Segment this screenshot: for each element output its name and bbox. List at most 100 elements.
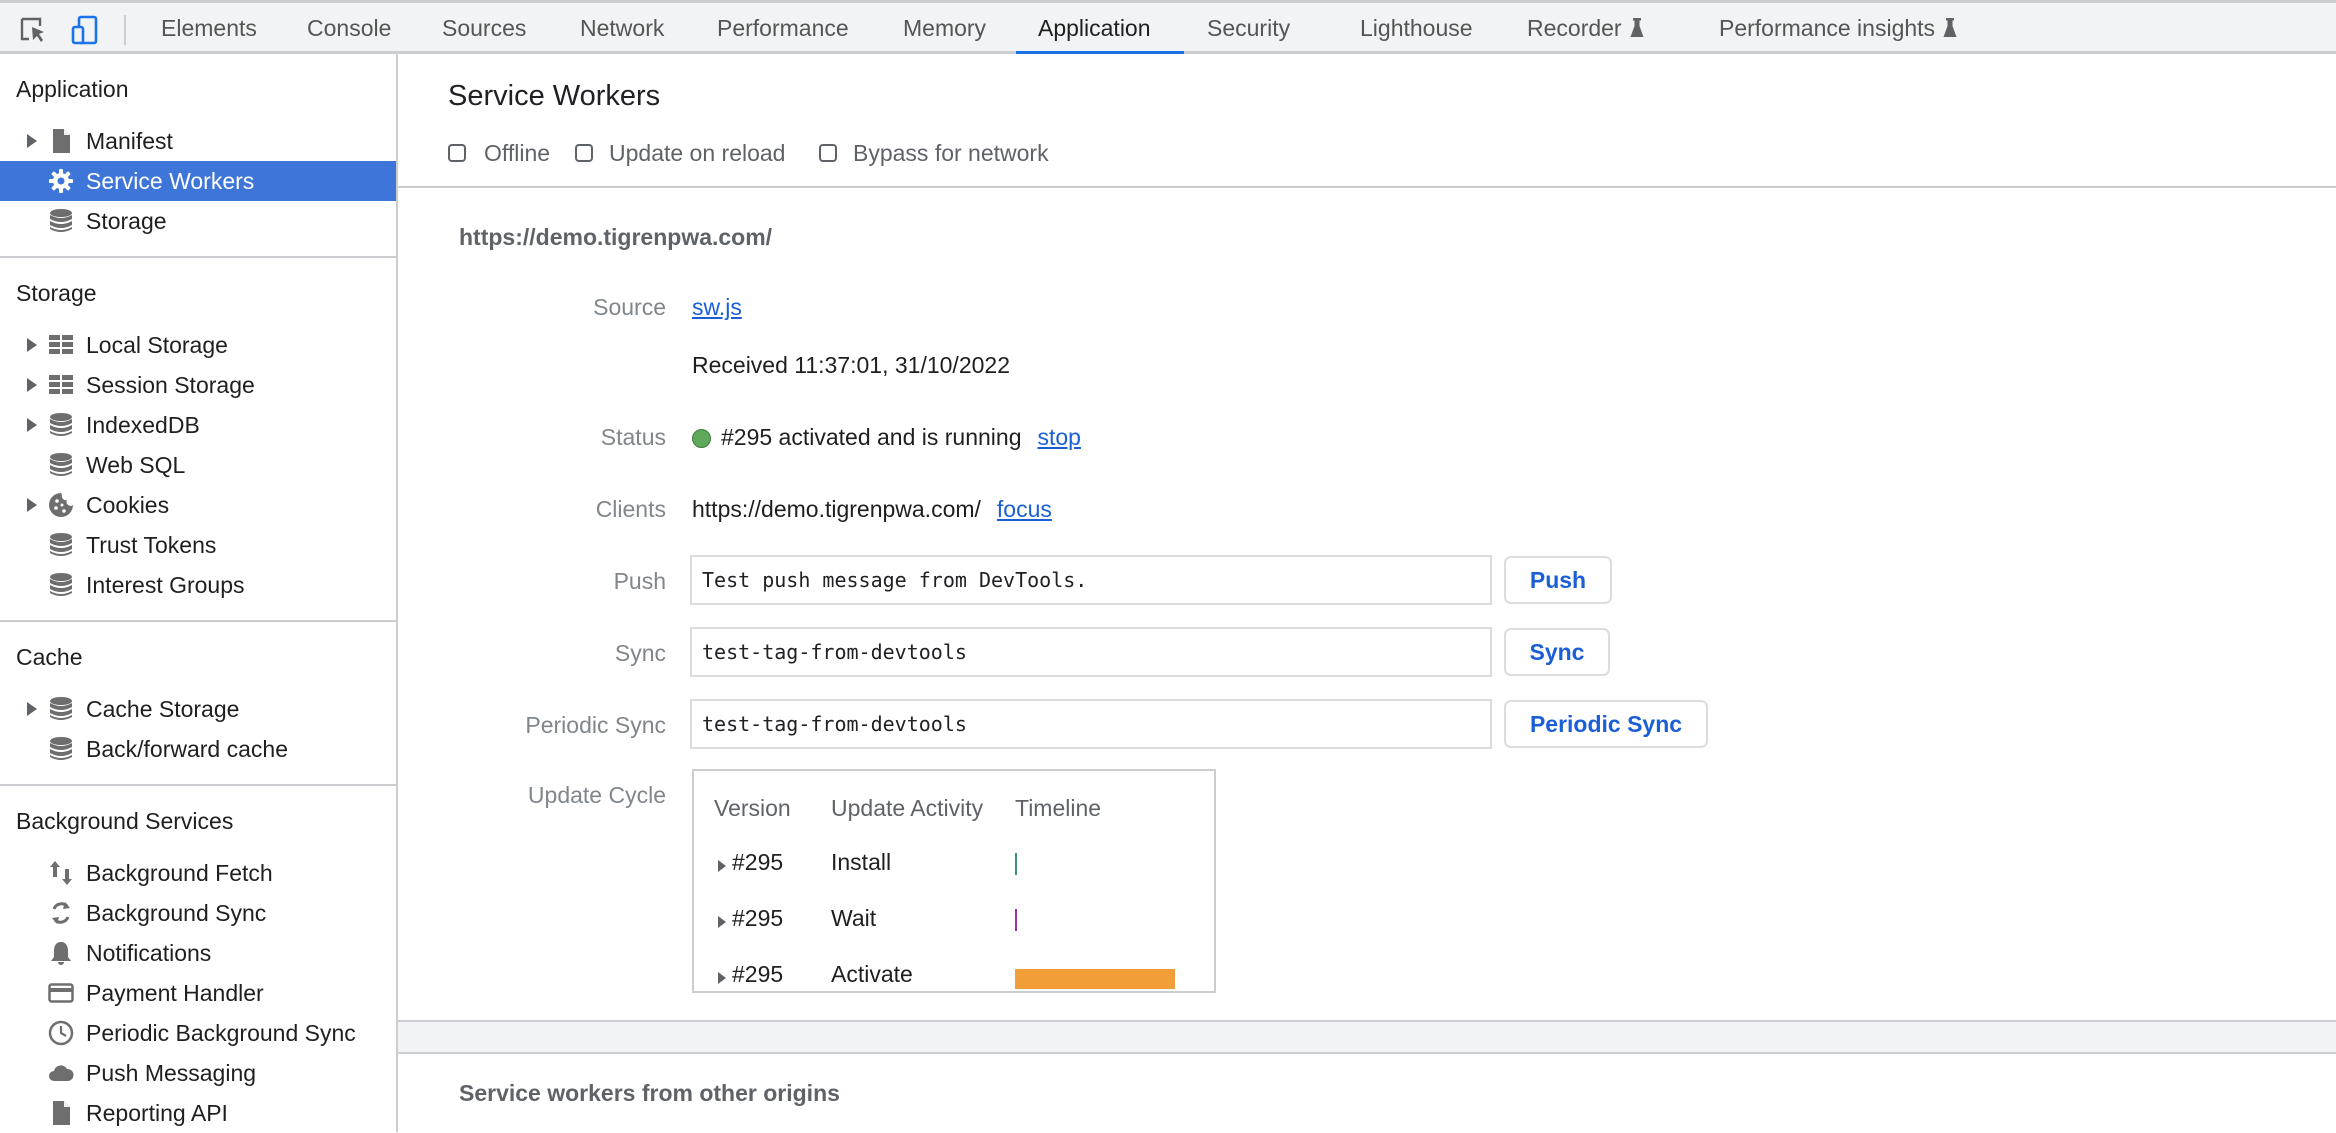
sidebar-item-label: Interest Groups [86,572,245,598]
tab-elements[interactable]: Elements [161,3,257,51]
database-icon [48,572,74,598]
push-button[interactable]: Push [1504,556,1612,604]
section-separator [398,1020,2336,1054]
expand-arrow-icon[interactable] [27,338,37,352]
bypass-for-network-label[interactable]: Bypass for network [853,140,1049,167]
file-icon [48,128,74,154]
expand-arrow-icon[interactable] [718,972,726,984]
tab-console[interactable]: Console [307,3,391,51]
periodic-sync-tag-input[interactable]: test-tag-from-devtools [690,699,1492,749]
version-cell: #295 [732,849,784,875]
update-on-reload-label[interactable]: Update on reload [609,140,785,167]
expand-arrow-icon[interactable] [718,916,726,928]
tab-label: Security [1207,15,1291,41]
sidebar-item-service-workers[interactable]: Service Workers [0,161,396,201]
table-icon [48,332,74,358]
bell-icon [48,940,74,966]
up-down-arrows-icon [48,860,74,886]
cloud-icon [48,1060,74,1086]
expand-arrow-icon[interactable] [27,702,37,716]
cookie-icon [48,492,74,518]
offline-checkbox[interactable] [448,144,466,162]
sync-tag-input[interactable]: test-tag-from-devtools [690,627,1492,677]
inspect-element-icon[interactable] [18,15,48,45]
tab-network[interactable]: Network [580,3,664,51]
toolbar-separator [124,15,126,45]
sidebar-item-label: Reporting API [86,1100,228,1126]
tab-memory[interactable]: Memory [903,3,986,51]
source-label: Source [593,294,666,320]
status-indicator-icon [692,429,711,448]
tab-label: Performance [717,15,849,41]
sidebar-item-web-sql[interactable]: Web SQL [0,445,396,485]
timeline-bar-wait [1015,909,1017,931]
sync-button[interactable]: Sync [1504,628,1610,676]
tab-lighthouse[interactable]: Lighthouse [1360,3,1473,51]
source-link[interactable]: sw.js [692,294,742,320]
sidebar-item-session-storage[interactable]: Session Storage [0,365,396,405]
sidebar-item-label: Local Storage [86,332,228,358]
expand-arrow-icon[interactable] [27,418,37,432]
tab-label: Console [307,15,392,41]
sidebar-item-label: Manifest [86,128,173,154]
sidebar-item-reporting-api[interactable]: Reporting API [0,1093,396,1133]
update-on-reload-checkbox[interactable] [575,144,593,162]
credit-card-icon [48,980,74,1006]
sidebar-divider [0,620,398,622]
sidebar-item-label: Web SQL [86,452,186,478]
activity-cell: Wait [831,905,877,931]
sidebar-section-header: Cache [16,644,83,670]
expand-arrow-icon[interactable] [27,134,37,148]
sidebar-item-push-messaging[interactable]: Push Messaging [0,1053,396,1093]
tab-label: Lighthouse [1360,15,1473,41]
tab-label: Recorder [1527,15,1622,41]
expand-arrow-icon[interactable] [27,378,37,392]
expand-arrow-icon[interactable] [27,498,37,512]
tab-label: Sources [442,15,527,41]
update-cycle-table: Version Update Activity Timeline #295 Ins… [692,769,1216,993]
sidebar-item-indexeddb[interactable]: IndexedDB [0,405,396,445]
sidebar-item-storage[interactable]: Storage [0,201,396,241]
bypass-for-network-checkbox[interactable] [819,144,837,162]
tab-performance-insights[interactable]: Performance insights [1719,3,1957,51]
update-activity-column-header: Update Activity [831,795,984,821]
database-icon [48,736,74,762]
sidebar-divider [0,256,398,258]
sidebar-item-label: Cookies [86,492,170,518]
sidebar-item-label: Notifications [86,940,212,966]
tab-application[interactable]: Application [1038,3,1151,51]
periodic-sync-label: Periodic Sync [525,712,666,738]
sidebar-item-background-sync[interactable]: Background Sync [0,893,396,933]
version-cell: #295 [732,961,784,987]
devtools-toolbar: Elements Console Sources Network Performance… [0,0,2336,54]
sidebar-item-back-forward-cache[interactable]: Back/forward cache [0,729,396,769]
received-timestamp: Received 11:37:01, 31/10/2022 [692,352,1010,378]
sidebar-item-trust-tokens[interactable]: Trust Tokens [0,525,396,565]
sidebar-item-cache-storage[interactable]: Cache Storage [0,689,396,729]
offline-label[interactable]: Offline [484,140,550,167]
periodic-sync-button[interactable]: Periodic Sync [1504,700,1708,748]
header-divider [398,186,2336,188]
sidebar-item-manifest[interactable]: Manifest [0,121,396,161]
tab-security[interactable]: Security [1207,3,1290,51]
status-text: #295 activated and is running [721,424,1022,450]
stop-link[interactable]: stop [1038,424,1081,450]
sidebar-item-cookies[interactable]: Cookies [0,485,396,525]
sidebar-item-periodic-background-sync[interactable]: Periodic Background Sync [0,1013,396,1053]
service-workers-panel: Service Workers Offline Update on reload… [398,54,2336,1132]
version-cell: #295 [732,905,784,931]
focus-link[interactable]: focus [997,496,1052,522]
expand-arrow-icon[interactable] [718,860,726,872]
sidebar-item-notifications[interactable]: Notifications [0,933,396,973]
device-toolbar-icon[interactable] [70,15,100,45]
sidebar-item-interest-groups[interactable]: Interest Groups [0,565,396,605]
tab-recorder[interactable]: Recorder [1527,3,1644,51]
sidebar-item-label: Cache Storage [86,696,240,722]
sidebar-item-payment-handler[interactable]: Payment Handler [0,973,396,1013]
tab-performance[interactable]: Performance [717,3,849,51]
push-message-input[interactable]: Test push message from DevTools. [690,555,1492,605]
tab-sources[interactable]: Sources [442,3,526,51]
sidebar-item-background-fetch[interactable]: Background Fetch [0,853,396,893]
sidebar-item-local-storage[interactable]: Local Storage [0,325,396,365]
sync-icon [48,900,74,926]
